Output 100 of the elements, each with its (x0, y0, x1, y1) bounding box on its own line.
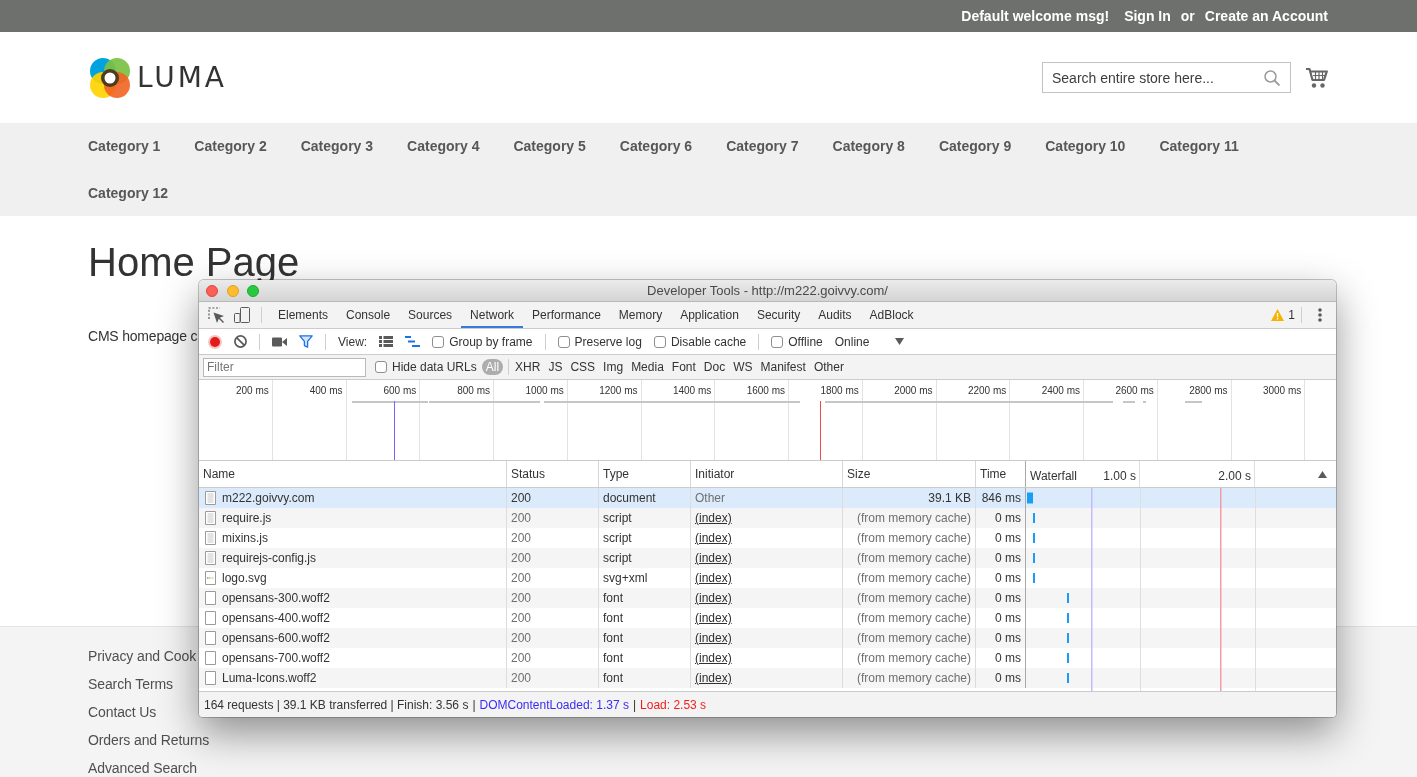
initiator-link[interactable]: (index) (695, 631, 732, 645)
column-header[interactable]: Size (843, 461, 976, 487)
device-icon[interactable] (234, 307, 250, 323)
checkbox-label[interactable]: Disable cache (670, 334, 747, 349)
status-code: 200 (511, 571, 532, 585)
footer-link[interactable]: Search Terms (88, 675, 173, 693)
filter-type-button[interactable]: Manifest (756, 359, 810, 375)
checkbox-label[interactable]: Group by frame (449, 334, 533, 349)
filter-type-button[interactable]: Doc (699, 359, 730, 375)
file-icon (205, 591, 216, 605)
resource-type: font (603, 651, 623, 665)
tab[interactable]: Application (671, 302, 748, 328)
footer-link[interactable]: Privacy and Cook (88, 647, 197, 665)
request-time: 846 ms (981, 491, 1021, 505)
checkbox-label[interactable]: Offline (788, 334, 823, 349)
create-account-link[interactable]: Create an Account (1204, 8, 1328, 24)
close-icon[interactable] (206, 284, 218, 297)
footer-link[interactable]: Advanced Search (88, 759, 198, 777)
checkbox[interactable] (375, 361, 387, 373)
tab[interactable]: Security (747, 302, 810, 328)
category-link[interactable]: Category 3 (300, 136, 374, 156)
column-header[interactable]: Status (507, 461, 599, 487)
column-header[interactable]: Initiator (691, 461, 843, 487)
logo-text[interactable]: LUMA (137, 61, 227, 94)
tab[interactable]: AdBlock (860, 302, 923, 328)
category-link[interactable]: Category 1 (88, 136, 161, 156)
search-icon[interactable] (1264, 69, 1280, 86)
tab[interactable]: Memory (609, 302, 672, 328)
sort-icon[interactable] (1318, 470, 1327, 478)
tab[interactable]: Elements (269, 302, 338, 328)
filter-type-button[interactable]: JS (544, 359, 567, 375)
cursor-select-icon[interactable] (208, 307, 224, 323)
initiator-link[interactable]: (index) (695, 671, 732, 685)
category-link[interactable]: Category 9 (938, 136, 1012, 156)
filter-type-button[interactable]: Font (667, 359, 700, 375)
category-link[interactable]: Category 2 (194, 136, 267, 156)
category-link[interactable]: Category 10 (1045, 136, 1126, 156)
tab[interactable]: Console (337, 302, 400, 328)
filter-type-button[interactable]: CSS (566, 359, 600, 375)
window-title: Developer Tools - http://m222.goivvy.com/ (647, 283, 888, 298)
checkbox-label[interactable]: Hide data URLs (392, 360, 477, 374)
checkbox[interactable] (653, 335, 666, 348)
table-row[interactable]: m222.goivvy.com 200 document Other 39.1 KB 846 ms (199, 488, 1336, 508)
tab[interactable]: Sources (399, 302, 462, 328)
waterfall-icon[interactable] (405, 336, 421, 347)
table-row[interactable]: requirejs-config.js 200 script (index) (from memory cache) 0 ms (199, 548, 1336, 568)
tab[interactable]: Performance (523, 302, 610, 328)
table-row[interactable]: require.js 200 script (index) (from memory cache) 0 ms (199, 508, 1336, 528)
filter-type-button[interactable]: Media (627, 359, 668, 375)
initiator-link[interactable]: (index) (695, 531, 732, 545)
checkbox[interactable] (771, 335, 784, 348)
document-icon (205, 551, 216, 565)
checkbox[interactable] (432, 335, 445, 348)
video-camera-icon[interactable] (272, 336, 287, 347)
category-link[interactable]: Category 4 (407, 136, 480, 156)
tab[interactable]: Audits (809, 302, 861, 328)
column-header[interactable]: Waterfall (1030, 469, 1077, 483)
record-icon[interactable] (208, 334, 222, 349)
table-row[interactable]: opensans-600.woff2 200 font (index) (from memory cache) 0 ms (199, 628, 1336, 648)
search-field[interactable]: Search entire store here... (1042, 62, 1291, 93)
initiator-link[interactable]: (index) (695, 511, 732, 525)
column-header[interactable]: Name (199, 461, 507, 487)
initiator-link[interactable]: (index) (695, 591, 732, 605)
category-link[interactable]: Category 8 (832, 136, 905, 156)
filter-icon[interactable] (299, 335, 313, 348)
throttling-dropdown[interactable]: Online (834, 332, 905, 351)
block-icon[interactable] (234, 335, 247, 348)
category-link[interactable]: Category 11 (1159, 136, 1239, 156)
category-link[interactable]: Category 7 (726, 136, 799, 156)
category-link[interactable]: Category 5 (513, 136, 586, 156)
zoom-icon[interactable] (247, 284, 259, 297)
waterfall-bar (1027, 492, 1033, 504)
initiator-link[interactable]: (index) (695, 651, 732, 665)
table-row[interactable]: Luma-Icons.woff2 200 font (index) (from memory cache) 0 ms (199, 668, 1336, 688)
kebab-menu-icon[interactable] (1318, 308, 1322, 322)
checkbox-label[interactable]: Preserve log (574, 334, 642, 349)
page-title: Home Page (88, 245, 300, 279)
filter-type-button[interactable]: XHR (511, 359, 545, 375)
initiator-link[interactable]: (index) (695, 551, 732, 565)
column-header[interactable]: Time (976, 461, 1026, 487)
sign-in-link[interactable]: Sign In (1124, 8, 1171, 24)
filter-field[interactable]: Filter (203, 357, 366, 377)
footer-link[interactable]: Contact Us (88, 703, 157, 721)
logo-icon[interactable] (88, 55, 132, 100)
cart-icon[interactable] (1305, 67, 1328, 88)
category-link[interactable]: Category 12 (88, 183, 169, 203)
filter-type-button[interactable]: WS (729, 359, 757, 375)
filter-type-button[interactable]: Other (809, 359, 848, 375)
initiator-link[interactable]: (index) (695, 571, 732, 585)
warnings-button[interactable]: 1 (1265, 308, 1301, 322)
initiator-link[interactable]: (index) (695, 611, 732, 625)
list-icon[interactable] (379, 336, 394, 347)
separator-text: | (472, 697, 476, 712)
filter-type-button[interactable]: Img (599, 359, 628, 375)
table-row[interactable]: opensans-300.woff2 200 font (index) (from memory cache) 0 ms (199, 588, 1336, 608)
column-header[interactable]: Type (599, 461, 691, 487)
footer-link[interactable]: Orders and Returns (88, 731, 210, 749)
category-link[interactable]: Category 6 (619, 136, 693, 156)
checkbox[interactable] (557, 335, 570, 348)
time-tick-label: 2200 ms (967, 385, 1007, 396)
